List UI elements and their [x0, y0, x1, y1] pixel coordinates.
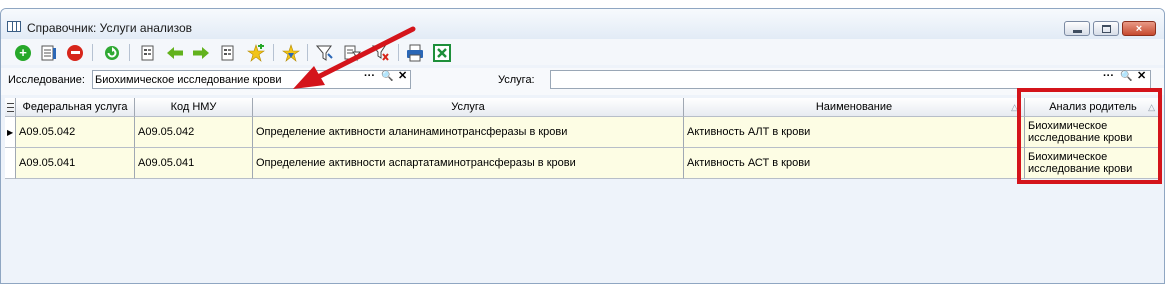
cell-nmu[interactable]: A09.05.042 — [135, 117, 253, 148]
maximize-button[interactable] — [1093, 21, 1119, 36]
minimize-icon — [1072, 29, 1082, 33]
service-label: Услуга: — [498, 74, 535, 86]
row-indicator — [5, 148, 16, 179]
maximize-icon — [1101, 24, 1111, 33]
filter-clear-button[interactable] — [371, 43, 391, 62]
study-clear-icon[interactable]: ✕ — [398, 70, 407, 83]
title-bar: Справочник: Услуги анализов × — [1, 9, 1164, 39]
excel-icon — [433, 43, 451, 62]
arrow-right-icon — [193, 46, 209, 59]
excel-button[interactable] — [432, 43, 452, 62]
filter-edit-icon — [344, 45, 361, 61]
toolbar-separator — [307, 44, 308, 61]
cell-name[interactable]: Активность АСТ в крови — [684, 148, 1025, 179]
card-button[interactable] — [138, 43, 158, 62]
star-down-button[interactable] — [281, 43, 301, 62]
highlight-box — [1017, 88, 1162, 184]
star-down-icon — [282, 43, 300, 62]
delete-icon — [67, 44, 83, 61]
filter-button[interactable] — [315, 43, 335, 62]
study-value: Биохимическое исследование крови — [95, 74, 282, 86]
cell-service[interactable]: Определение активности аланинаминотрансф… — [253, 117, 684, 148]
cell-name[interactable]: Активность АЛТ в крови — [684, 117, 1025, 148]
prev-button[interactable] — [165, 43, 185, 62]
reference-window: Справочник: Услуги анализов × + Исследов… — [0, 8, 1165, 284]
cell-federal[interactable]: A09.05.042 — [16, 117, 135, 148]
filter-edit-button[interactable] — [342, 43, 362, 62]
table-row[interactable]: ▶ A09.05.042 A09.05.042 Определение акти… — [5, 117, 1162, 148]
filter-icon — [316, 45, 333, 61]
toolbar-separator — [129, 44, 130, 61]
card2-button[interactable] — [218, 43, 238, 62]
minimize-button[interactable] — [1064, 21, 1090, 36]
column-nmu[interactable]: Код НМУ — [135, 98, 253, 117]
card2-icon — [221, 45, 234, 60]
arrow-left-icon — [167, 46, 183, 59]
star-add-button[interactable] — [246, 43, 266, 62]
edit-button[interactable] — [39, 43, 59, 62]
cell-federal[interactable]: A09.05.041 — [16, 148, 135, 179]
toolbar-separator — [92, 44, 93, 61]
delete-button[interactable] — [65, 43, 85, 62]
edit-icon — [41, 45, 56, 60]
window-title: Справочник: Услуги анализов — [27, 21, 192, 35]
refresh-button[interactable] — [102, 43, 122, 62]
print-button[interactable] — [405, 43, 425, 62]
list-icon — [6, 102, 14, 112]
service-field[interactable] — [550, 70, 1151, 89]
star-add-icon — [247, 43, 265, 62]
cell-service[interactable]: Определение активности аспартатаминотран… — [253, 148, 684, 179]
refresh-icon — [105, 45, 119, 60]
service-search-icon[interactable]: 🔍 — [1120, 70, 1132, 83]
toolbar: + — [1, 39, 1164, 65]
table-row[interactable]: A09.05.041 A09.05.041 Определение активн… — [5, 148, 1162, 179]
toolbar-separator — [398, 44, 399, 61]
print-icon — [407, 44, 423, 61]
column-federal[interactable]: Федеральная услуга — [16, 98, 135, 117]
close-button[interactable]: × — [1122, 21, 1156, 36]
service-clear-icon[interactable]: ✕ — [1137, 70, 1146, 83]
study-label: Исследование: — [8, 74, 85, 86]
row-indicator-icon: ▶ — [5, 117, 16, 148]
card-icon — [141, 45, 154, 60]
grid-header: Федеральная услуга Код НМУ Услуга Наимен… — [5, 98, 1162, 117]
service-select-button[interactable]: ··· — [1103, 70, 1114, 83]
column-service[interactable]: Услуга — [253, 98, 684, 117]
study-search-icon[interactable]: 🔍 — [381, 70, 393, 83]
toolbar-separator — [273, 44, 274, 61]
column-name[interactable]: Наименование △ — [684, 98, 1025, 117]
table-icon — [7, 21, 21, 32]
add-icon: + — [15, 44, 31, 61]
study-select-button[interactable]: ··· — [364, 70, 375, 83]
next-button[interactable] — [191, 43, 211, 62]
column-chooser-button[interactable] — [5, 98, 16, 117]
cell-nmu[interactable]: A09.05.041 — [135, 148, 253, 179]
filter-bar: Исследование: Биохимическое исследование… — [1, 68, 1164, 95]
filter-clear-icon — [372, 45, 389, 61]
add-button[interactable]: + — [13, 43, 33, 62]
